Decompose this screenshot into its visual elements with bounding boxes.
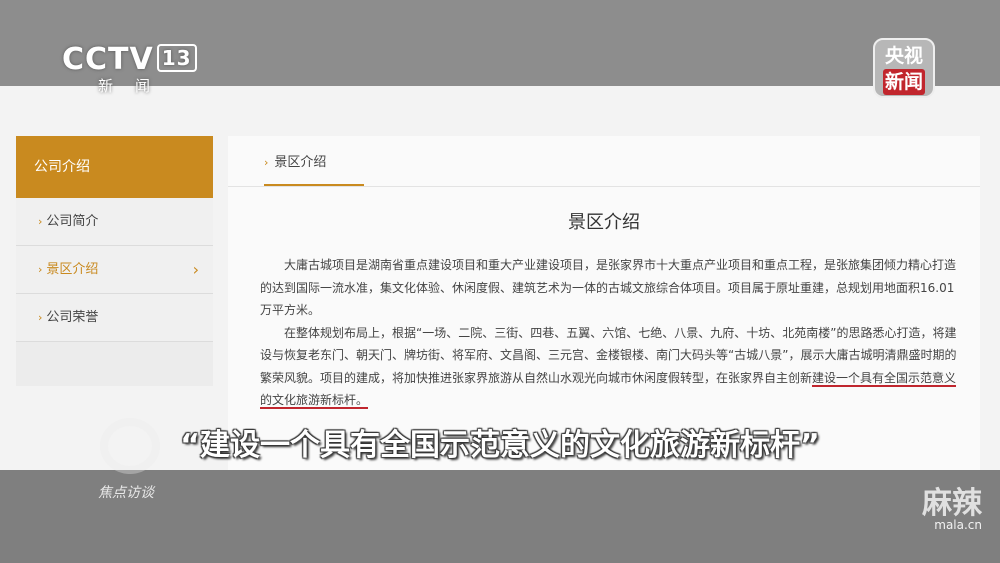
article-paragraph: 在整体规划布局上，根据“一场、二院、三街、四巷、五翼、六馆、七绝、八景、九府、十… xyxy=(260,322,960,412)
divider xyxy=(228,186,980,187)
watermark-text: 麻辣 xyxy=(922,486,982,521)
chevron-right-icon: › xyxy=(38,263,43,276)
program-name: 焦点访谈 xyxy=(98,485,154,501)
article-paragraph: 大庸古城项目是湖南省重点建设项目和重大产业建设项目，是张家界市十大重点产业项目和… xyxy=(260,258,957,317)
cctv13-logo: CCTV 13 新闻 xyxy=(62,42,197,96)
sidebar-item-company-honors[interactable]: › 公司荣誉 xyxy=(16,294,213,342)
mala-watermark: 麻辣 mala.cn xyxy=(900,478,982,532)
chevron-right-icon: › xyxy=(192,260,199,279)
channel-sub: 新闻 xyxy=(98,77,173,95)
chevron-right-icon: › xyxy=(264,156,269,169)
sidebar-item-company-profile[interactable]: › 公司简介 xyxy=(16,198,213,246)
logo-line: 新闻 xyxy=(882,69,925,95)
tab-scenic-intro[interactable]: › 景区介绍 xyxy=(264,152,364,186)
channel-logo-text: CCTV xyxy=(62,42,154,77)
article-body: 大庸古城项目是湖南省重点建设项目和重大产业建设项目，是张家界市十大重点产业项目和… xyxy=(260,254,960,412)
website-screen: 公司介绍 › 公司简介 › 景区介绍 › › 公司荣誉 › 景区介绍 景区介绍 大庸古城… xyxy=(0,86,1000,474)
channel-number: 13 xyxy=(156,44,197,72)
sidebar-item-label: 景区介绍 xyxy=(46,262,99,277)
caption-subtitle: “建设一个具有全国示范意义的文化旅游新标杆” xyxy=(180,428,820,463)
chevron-right-icon: › xyxy=(38,215,43,228)
logo-line: 央视 xyxy=(884,45,923,67)
chevron-right-icon: › xyxy=(38,311,43,324)
sidebar-item-label: 公司荣誉 xyxy=(46,310,99,325)
sidebar-item-scenic-intro[interactable]: › 景区介绍 › xyxy=(16,246,213,294)
yangshi-news-logo: 央视 新闻 xyxy=(873,38,935,98)
tab-label: 景区介绍 xyxy=(274,155,327,170)
sidebar-item-label: 公司简介 xyxy=(46,214,99,229)
sidebar: 公司介绍 › 公司简介 › 景区介绍 › › 公司荣誉 xyxy=(16,136,213,386)
article-title: 景区介绍 xyxy=(568,212,640,233)
sidebar-header: 公司介绍 xyxy=(16,136,213,198)
